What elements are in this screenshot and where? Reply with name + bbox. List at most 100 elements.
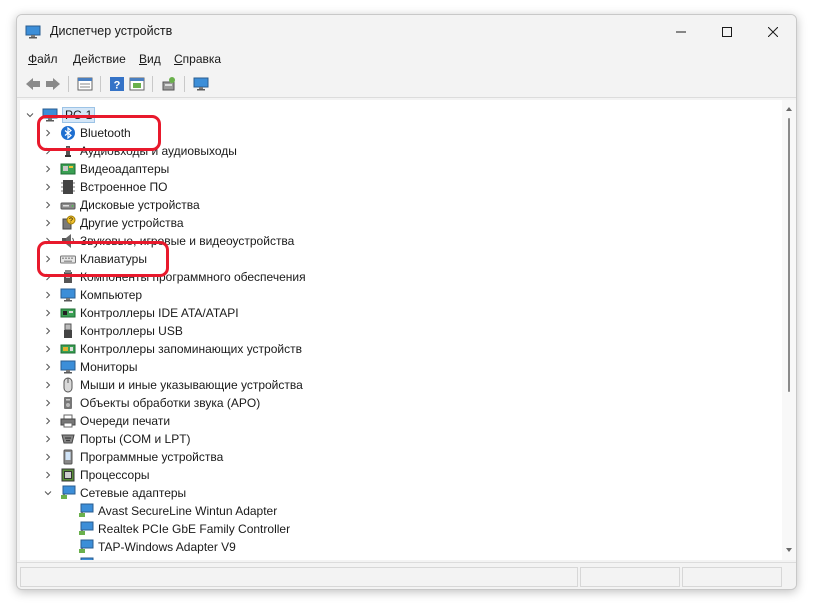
- tree-item-category-13[interactable]: Мониторы: [42, 358, 137, 376]
- device-tree: PC-1 Bluetooth Аудиовходы и аудиовыходы Вид…: [20, 100, 782, 560]
- chevron-right-icon: [46, 201, 51, 209]
- network-adapter-icon: [80, 557, 94, 560]
- vertical-scrollbar[interactable]: [782, 100, 796, 560]
- tree-item-category-4[interactable]: Дисковые устройства: [42, 196, 200, 214]
- firmware-icon: [60, 179, 76, 195]
- menu-file[interactable]: Файл: [28, 52, 58, 66]
- chevron-right-icon: [46, 363, 51, 371]
- chevron-right-icon: [46, 381, 51, 389]
- expander[interactable]: [42, 430, 54, 448]
- expander[interactable]: [42, 376, 54, 394]
- tree-item-label: Мониторы: [80, 360, 138, 374]
- expander[interactable]: [42, 304, 54, 322]
- network-adapter-icon: [61, 485, 76, 499]
- expander[interactable]: [42, 466, 54, 484]
- maximize-icon: [722, 26, 732, 37]
- chevron-right-icon: [46, 291, 51, 299]
- tree-item-label: Видеоадаптеры: [80, 162, 170, 176]
- mouse-icon: [60, 377, 76, 393]
- tree-item-label: Встроенное ПО: [80, 180, 168, 194]
- maximize-button[interactable]: [704, 15, 750, 48]
- properties-button[interactable]: [75, 74, 95, 94]
- tree-item-label: Мыши и иные указывающие устройства: [80, 378, 303, 392]
- tree-item-category-9[interactable]: Компьютер: [42, 286, 142, 304]
- expander[interactable]: [42, 196, 54, 214]
- tree-item-label: Компьютер: [80, 288, 143, 302]
- scan-hardware-button[interactable]: [159, 74, 179, 94]
- tree-item-adapter-0[interactable]: Avast SecureLine Wintun Adapter: [60, 502, 277, 520]
- tree-item-label: Контроллеры запоминающих устройств: [80, 342, 302, 356]
- tree-item-category-12[interactable]: Контроллеры запоминающих устройств: [42, 340, 302, 358]
- network-adapter-icon: [78, 539, 94, 555]
- expander[interactable]: [42, 484, 54, 502]
- chevron-right-icon: [46, 183, 51, 191]
- expander[interactable]: [24, 106, 36, 124]
- computer-icon: [60, 288, 76, 302]
- device-manager-icon: [25, 25, 41, 39]
- expander[interactable]: [42, 412, 54, 430]
- svg-text:?: ?: [114, 80, 121, 92]
- expander[interactable]: [42, 448, 54, 466]
- expander[interactable]: [42, 340, 54, 358]
- chevron-down-icon: [44, 491, 52, 496]
- expander[interactable]: [42, 160, 54, 178]
- tree-item-category-17[interactable]: Порты (COM и LPT): [42, 430, 191, 448]
- help-button[interactable]: ?: [107, 74, 127, 94]
- usb-icon: [60, 323, 76, 339]
- network-adapter-icon: [78, 557, 94, 560]
- forward-arrow-icon: [46, 78, 60, 90]
- minimize-button[interactable]: [658, 15, 704, 48]
- tree-item-category-10[interactable]: Контроллеры IDE ATA/ATAPI: [42, 304, 239, 322]
- menu-action[interactable]: Действие: [73, 52, 126, 66]
- tree-item-label: Контроллеры USB: [80, 324, 183, 338]
- printer-icon: [60, 413, 76, 429]
- tree-item-category-11[interactable]: Контроллеры USB: [42, 322, 183, 340]
- tree-item-adapter-3[interactable]: VirtualBox Host-Only Ethernet Adapter: [60, 556, 303, 560]
- tree-item-category-18[interactable]: Программные устройства: [42, 448, 223, 466]
- scan-hardware-icon: [162, 77, 175, 91]
- forward-button[interactable]: [43, 74, 63, 94]
- computer-icon: [60, 287, 76, 303]
- display-adapter-icon: [60, 161, 76, 177]
- tree-item-adapter-2[interactable]: TAP-Windows Adapter V9: [60, 538, 236, 556]
- tree-item-label: Очереди печати: [80, 414, 171, 428]
- status-cell-3: [682, 567, 782, 587]
- tree-item-category-14[interactable]: Мыши и иные указывающие устройства: [42, 376, 303, 394]
- scroll-thumb[interactable]: [788, 118, 790, 392]
- back-button[interactable]: [23, 74, 43, 94]
- tree-item-adapter-1[interactable]: Realtek PCIe GbE Family Controller: [60, 520, 290, 538]
- network-adapter-icon: [78, 503, 94, 519]
- unknown-device-icon: ?: [62, 215, 76, 230]
- expander[interactable]: [42, 214, 54, 232]
- tree-item-label: Realtek PCIe GbE Family Controller: [98, 522, 291, 536]
- expander[interactable]: [42, 178, 54, 196]
- tree-item-label: Объекты обработки звука (APO): [80, 396, 261, 410]
- chevron-down-icon: [26, 113, 34, 118]
- tree-item-category-2[interactable]: Видеоадаптеры: [42, 160, 169, 178]
- tree-item-category-5[interactable]: ? Другие устройства: [42, 214, 184, 232]
- tree-item-category-15[interactable]: Объекты обработки звука (APO): [42, 394, 260, 412]
- monitor-icon: [193, 77, 209, 91]
- menu-bar: Файл Действие Вид Справка: [17, 48, 796, 70]
- tree-item-category-16[interactable]: Очереди печати: [42, 412, 170, 430]
- tree-item-category-3[interactable]: Встроенное ПО: [42, 178, 167, 196]
- expander[interactable]: [42, 394, 54, 412]
- update-driver-button[interactable]: [127, 74, 147, 94]
- help-icon: ?: [110, 77, 124, 92]
- tree-item-label: TAP-Windows Adapter V9: [98, 540, 236, 554]
- tree-item-category-19[interactable]: Процессоры: [42, 466, 150, 484]
- menu-help[interactable]: Справка: [174, 52, 221, 66]
- expander[interactable]: [42, 286, 54, 304]
- expander[interactable]: [42, 322, 54, 340]
- menu-view[interactable]: Вид: [139, 52, 161, 66]
- expander[interactable]: [42, 358, 54, 376]
- highlight-annotation: [37, 115, 161, 151]
- tree-item-category-20[interactable]: Сетевые адаптеры: [42, 484, 186, 502]
- scroll-down-icon[interactable]: [785, 546, 793, 554]
- toolbar: ?: [17, 70, 796, 98]
- close-button[interactable]: [750, 15, 796, 48]
- monitor-button[interactable]: [191, 74, 211, 94]
- scroll-up-icon[interactable]: [785, 105, 793, 113]
- chevron-right-icon: [46, 417, 51, 425]
- tree-item-label: VirtualBox Host-Only Ethernet Adapter: [98, 558, 303, 560]
